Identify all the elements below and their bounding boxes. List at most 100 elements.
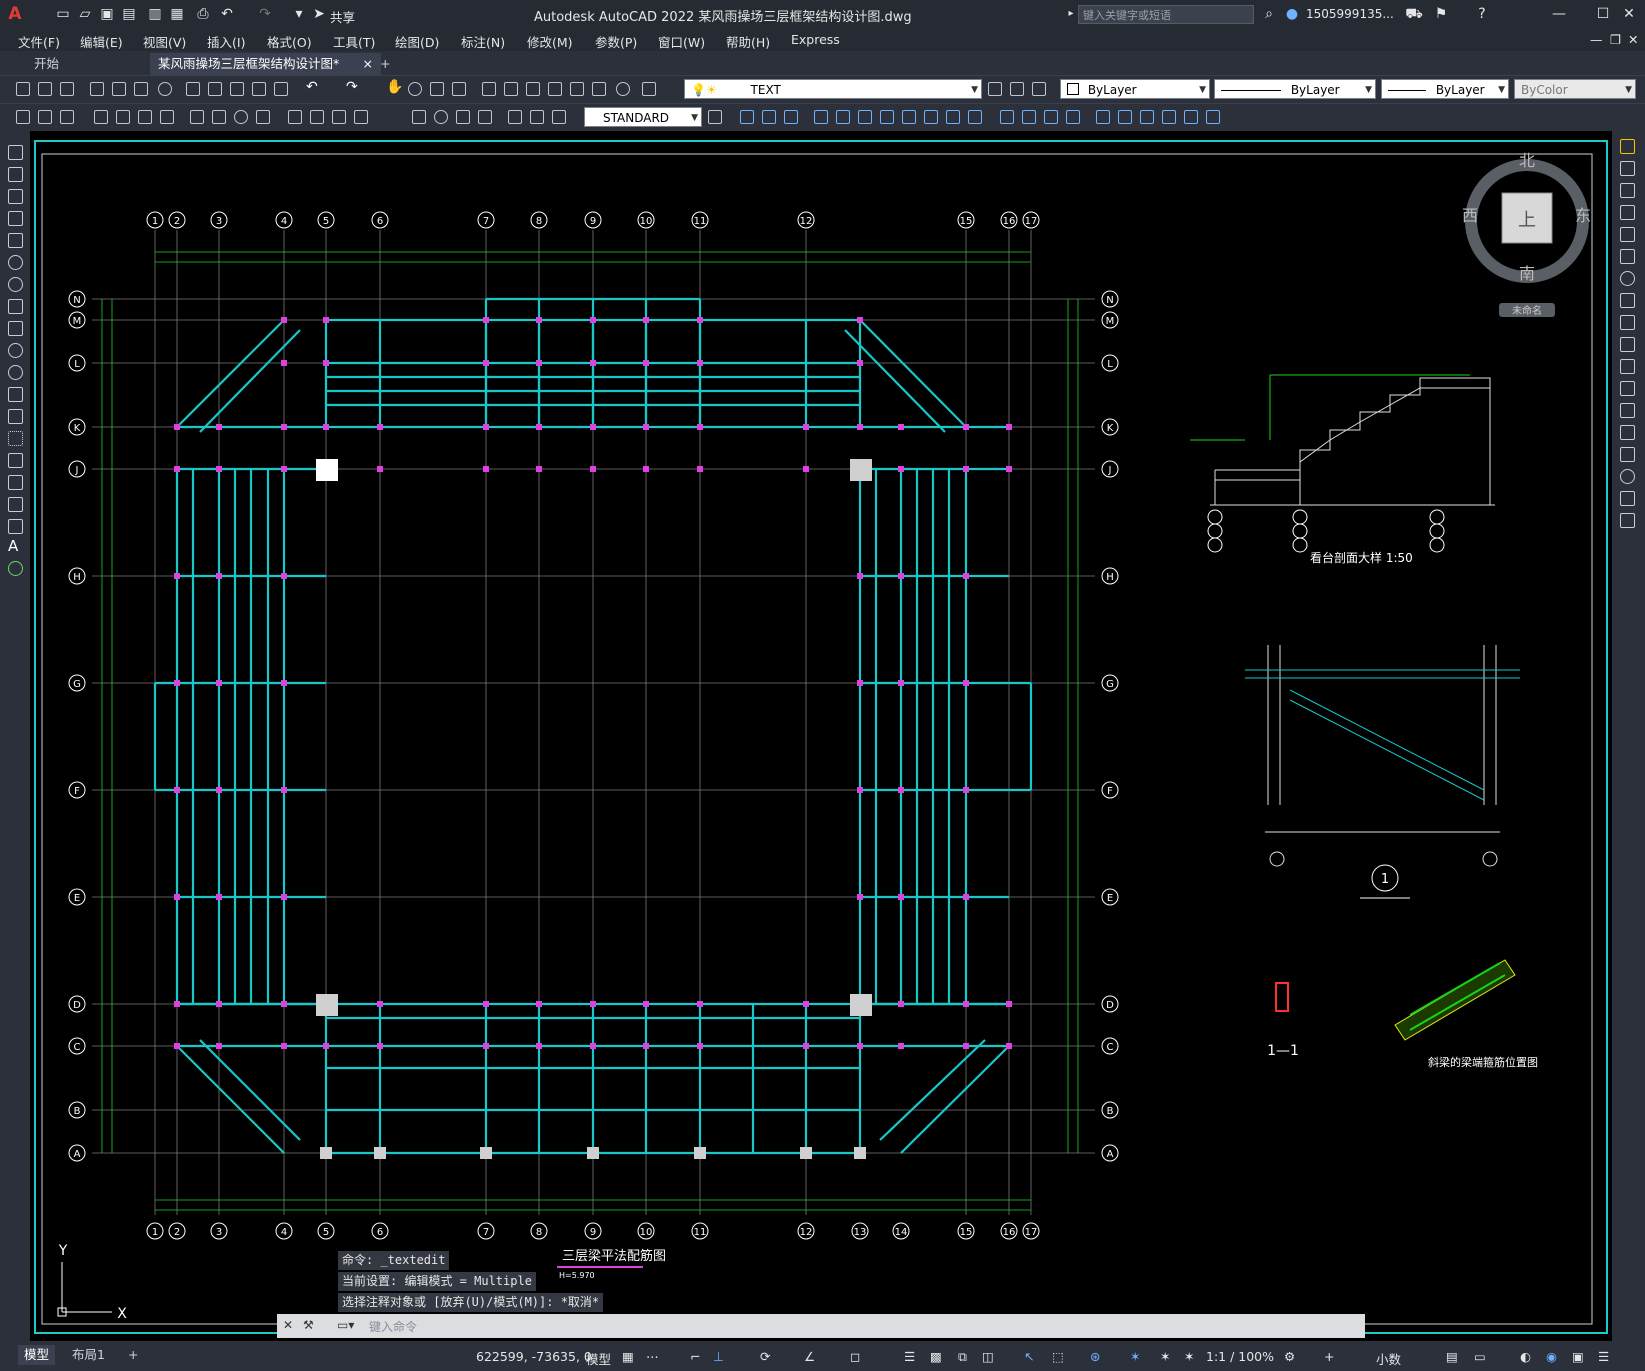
ellipse-icon[interactable] bbox=[8, 343, 23, 358]
object-snap-tracking-icon[interactable]: ∠ bbox=[804, 1349, 815, 1364]
arc-icon[interactable] bbox=[8, 255, 23, 270]
color-combo[interactable]: ByLayer ▼ bbox=[1060, 79, 1210, 99]
zoom-previous-icon[interactable] bbox=[452, 82, 466, 96]
hatch-icon[interactable] bbox=[8, 453, 23, 468]
autodesk-app-icon[interactable]: ⚑ bbox=[1432, 5, 1450, 23]
layer-state-icon[interactable] bbox=[1032, 82, 1046, 96]
blend-icon[interactable] bbox=[1620, 491, 1635, 506]
modify-tool-icon[interactable] bbox=[1022, 110, 1036, 124]
extend-icon[interactable] bbox=[1620, 359, 1635, 374]
open-web-icon[interactable]: ▥ bbox=[146, 5, 164, 23]
model-space-toggle[interactable]: 模型 bbox=[586, 1349, 611, 1368]
line-icon[interactable] bbox=[8, 145, 23, 160]
modify-tool-icon[interactable] bbox=[1000, 110, 1014, 124]
modify-tool-icon[interactable] bbox=[784, 110, 798, 124]
quickcalc-icon[interactable] bbox=[592, 82, 606, 96]
menu-modify[interactable]: 修改(M) bbox=[527, 32, 573, 51]
modify-tool-icon[interactable] bbox=[902, 110, 916, 124]
workspace-gear-icon[interactable]: ⚙ bbox=[1284, 1349, 1295, 1364]
help-tool-icon[interactable] bbox=[616, 82, 630, 96]
circle-icon[interactable] bbox=[8, 277, 23, 292]
trim-icon[interactable] bbox=[1620, 337, 1635, 352]
3d-osnap-icon[interactable]: ◫ bbox=[982, 1349, 994, 1364]
tolerance-icon[interactable] bbox=[412, 110, 426, 124]
viewcube-top[interactable]: 上 bbox=[1518, 210, 1536, 231]
modify-tool-icon[interactable] bbox=[836, 110, 850, 124]
linetype-combo[interactable]: ByLayer ▼ bbox=[1214, 79, 1376, 99]
maximize-icon[interactable]: ☐ bbox=[1594, 5, 1612, 23]
break-at-point-icon[interactable] bbox=[1620, 381, 1635, 396]
isolate-objects-icon[interactable]: ◐ bbox=[1520, 1349, 1531, 1364]
grid-icon[interactable]: ▦ bbox=[622, 1349, 634, 1364]
save-as-icon[interactable]: ▤ bbox=[120, 5, 138, 23]
modify-tool-icon[interactable] bbox=[946, 110, 960, 124]
modify-tool-icon[interactable] bbox=[1140, 110, 1154, 124]
modify-tool-icon[interactable] bbox=[968, 110, 982, 124]
cut-icon[interactable] bbox=[186, 82, 200, 96]
join-icon[interactable] bbox=[1620, 425, 1635, 440]
ordinate-dimension-icon[interactable] bbox=[160, 110, 174, 124]
command-customize-icon[interactable]: ⚒ bbox=[303, 1318, 314, 1332]
stretch-icon[interactable] bbox=[1620, 315, 1635, 330]
modify-tool-icon[interactable] bbox=[924, 110, 938, 124]
arc-length-icon[interactable] bbox=[138, 110, 152, 124]
viewcube-north[interactable]: 北 bbox=[1519, 151, 1535, 170]
add-selected-icon[interactable] bbox=[8, 561, 23, 576]
copy-object-icon[interactable] bbox=[1620, 161, 1635, 176]
spline-icon[interactable] bbox=[8, 321, 23, 336]
annotation-visibility-icon[interactable]: ✶ bbox=[1130, 1349, 1140, 1364]
menu-draw[interactable]: 绘图(D) bbox=[395, 32, 439, 51]
auto-scale-icon[interactable]: ✶ bbox=[1160, 1349, 1170, 1364]
design-center-icon[interactable] bbox=[504, 82, 518, 96]
inspection-icon[interactable] bbox=[456, 110, 470, 124]
modify-tool-icon[interactable] bbox=[1066, 110, 1080, 124]
lock-ui-icon[interactable]: ▭ bbox=[1474, 1349, 1486, 1364]
tab-start[interactable]: 开始 bbox=[26, 53, 67, 75]
tool-icon[interactable] bbox=[38, 110, 52, 124]
search-icon[interactable]: ⌕ bbox=[1260, 5, 1278, 23]
modify-tool-icon[interactable] bbox=[814, 110, 828, 124]
modify-tool-icon[interactable] bbox=[1096, 110, 1110, 124]
jogged-dimension-icon[interactable] bbox=[212, 110, 226, 124]
lineweight-combo[interactable]: ByLayer ▼ bbox=[1381, 79, 1509, 99]
open-icon[interactable]: ▱ bbox=[76, 5, 94, 23]
menu-dimension[interactable]: 标注(N) bbox=[461, 32, 505, 51]
close-icon[interactable]: ✕ bbox=[1620, 5, 1638, 23]
quick-dimension-icon[interactable] bbox=[288, 110, 302, 124]
match-properties-icon[interactable] bbox=[252, 82, 266, 96]
make-block-icon[interactable] bbox=[8, 409, 23, 424]
construction-line-icon[interactable] bbox=[8, 167, 23, 182]
user-icon[interactable]: ● bbox=[1283, 5, 1301, 23]
snap-icon[interactable]: ⋯ bbox=[646, 1349, 659, 1364]
doc-close-icon[interactable]: ✕ bbox=[1628, 32, 1638, 47]
drawing-canvas[interactable]: 1 2 3 4 5 6 7 8 9 10 11 12 15 16 171 2 3 4 5 6 7 8 9 10 11 12 13 14… bbox=[30, 131, 1612, 1341]
dimension-style-icon[interactable] bbox=[708, 110, 722, 124]
array-icon[interactable] bbox=[1620, 227, 1635, 242]
linear-dimension-icon[interactable] bbox=[94, 110, 108, 124]
web-icon[interactable] bbox=[158, 82, 172, 96]
object-snap-icon[interactable]: ◻ bbox=[850, 1349, 860, 1364]
command-recent-icon[interactable]: ▭▾ bbox=[337, 1318, 354, 1332]
menu-help[interactable]: 帮助(H) bbox=[726, 32, 770, 51]
radius-dimension-icon[interactable] bbox=[190, 110, 204, 124]
dimension-update-icon[interactable] bbox=[552, 110, 566, 124]
angular-dimension-icon[interactable] bbox=[256, 110, 270, 124]
modify-tool-icon[interactable] bbox=[1162, 110, 1176, 124]
viewcube-south[interactable]: 南 bbox=[1519, 264, 1535, 283]
insert-block-icon[interactable] bbox=[8, 387, 23, 402]
tool-palettes-icon[interactable] bbox=[526, 82, 540, 96]
quick-properties-icon[interactable]: ▤ bbox=[1446, 1349, 1458, 1364]
qnew-icon[interactable] bbox=[16, 82, 30, 96]
move-icon[interactable] bbox=[1620, 249, 1635, 264]
modify-tool-icon[interactable] bbox=[1044, 110, 1058, 124]
polygon-icon[interactable] bbox=[8, 211, 23, 226]
transparency-icon[interactable]: ▩ bbox=[930, 1349, 942, 1364]
search-input[interactable]: 键入关键字或短语 bbox=[1078, 5, 1254, 24]
ortho-icon[interactable]: ⌐ bbox=[690, 1349, 700, 1364]
layer-properties-icon[interactable] bbox=[642, 82, 656, 96]
scale-icon[interactable] bbox=[1620, 293, 1635, 308]
dimension-edit-icon[interactable] bbox=[508, 110, 522, 124]
dimension-space-icon[interactable] bbox=[354, 110, 368, 124]
annotation-scale-value[interactable]: 1:1 / 100% bbox=[1206, 1349, 1274, 1364]
doc-restore-icon[interactable]: ❐ bbox=[1610, 32, 1621, 47]
